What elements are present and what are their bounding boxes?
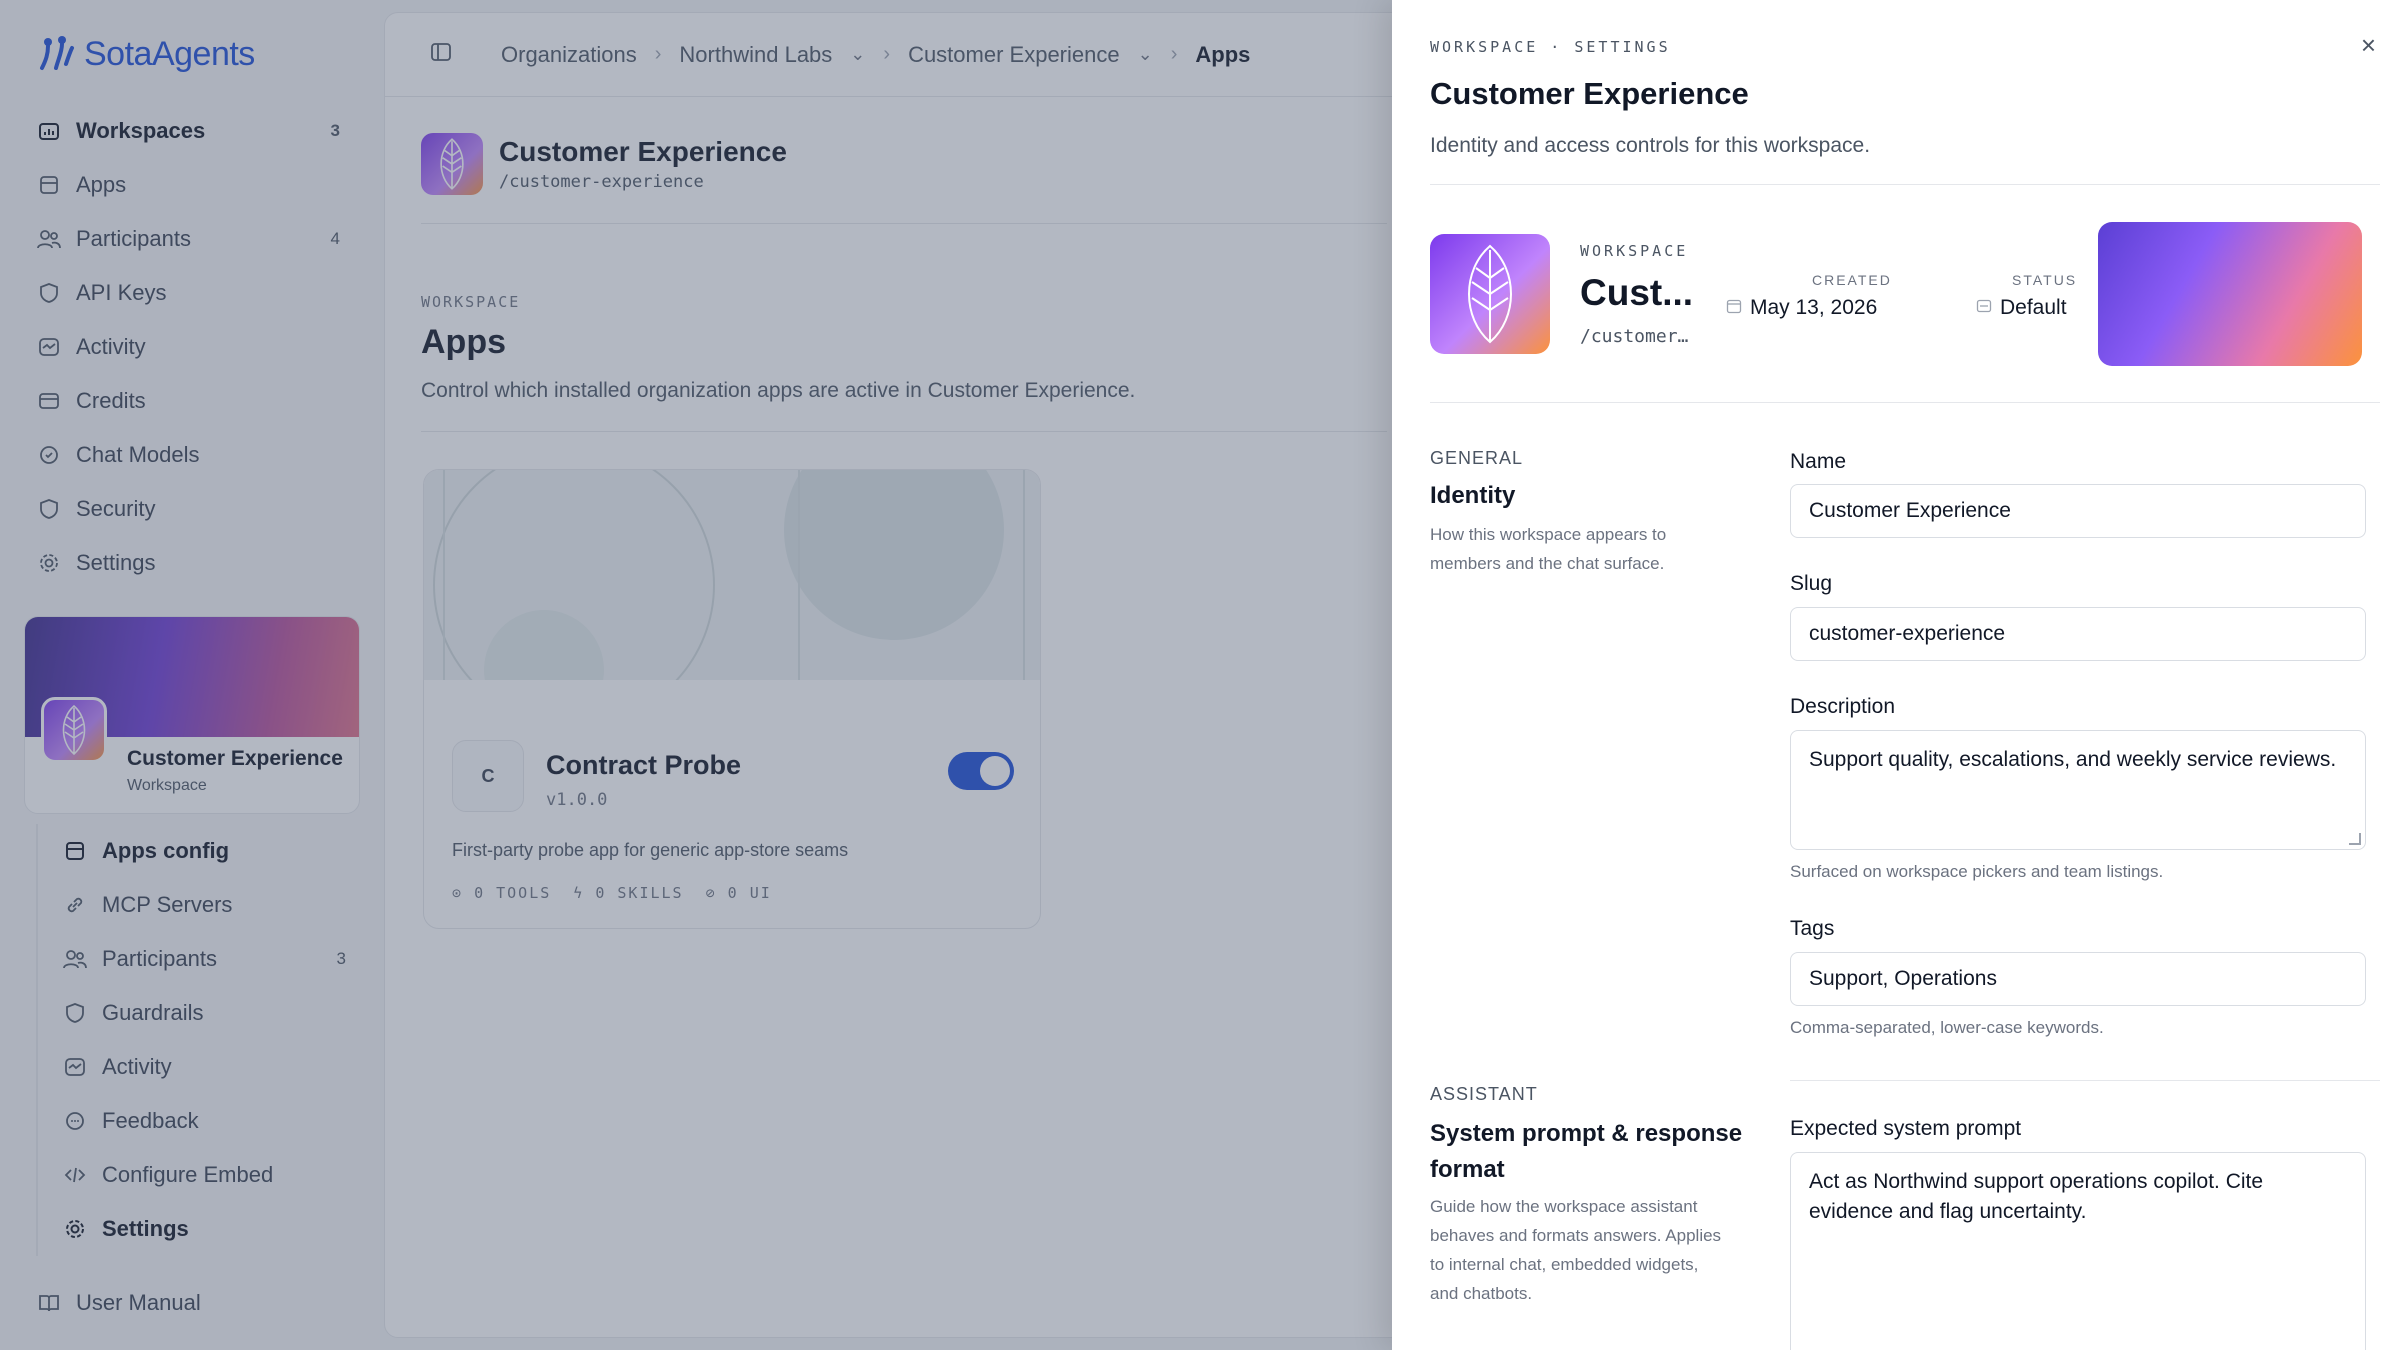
divider [1790, 1080, 2380, 1081]
description-help: Surfaced on workspace pickers and team l… [1790, 862, 2164, 881]
slug-label: Slug [1790, 572, 1833, 595]
group-kicker: GENERAL [1430, 448, 1524, 468]
system-prompt-field[interactable]: Act as Northwind support operations copi… [1790, 1152, 2366, 1350]
group-title: System prompt & response format [1430, 1120, 1743, 1183]
description-label: Description [1790, 695, 1896, 718]
group-kicker: ASSISTANT [1430, 1084, 1538, 1104]
workspace-banner-image[interactable] [2098, 222, 2362, 366]
drawer-description: Identity and access controls for this wo… [1430, 134, 1871, 157]
workspace-kicker: WORKSPACE [1580, 242, 1689, 260]
tags-field[interactable]: Support, Operations [1790, 952, 2366, 1006]
workspace-name: Cust... [1580, 272, 1694, 313]
workspace-slug: /customer... [1580, 326, 1698, 347]
tags-help: Comma-separated, lower-case keywords. [1790, 1018, 2104, 1037]
description-field[interactable]: Support quality, escalations, and weekly… [1790, 730, 2366, 850]
modal-backdrop[interactable] [0, 0, 1392, 1350]
divider [1430, 184, 2380, 185]
resize-handle-icon[interactable] [2349, 833, 2361, 845]
status-badge: Default [1976, 296, 2067, 320]
tags-label: Tags [1790, 917, 1835, 940]
close-icon[interactable]: × [2361, 30, 2376, 61]
created-value: May 13, 2026 [1726, 296, 1877, 320]
drawer-title: Customer Experience [1430, 76, 1749, 111]
group-description: How this workspace appears to members an… [1430, 525, 1667, 573]
name-field[interactable]: Customer Experience [1790, 484, 2366, 538]
created-label: CREATED [1812, 272, 1892, 288]
name-label: Name [1790, 450, 1847, 473]
system-prompt-label: Expected system prompt [1790, 1117, 2022, 1140]
divider [1430, 402, 2380, 403]
slug-field[interactable]: customer-experience [1790, 607, 2366, 661]
group-description: Guide how the workspace assistant behave… [1430, 1197, 1722, 1303]
drawer-kicker: WORKSPACE · SETTINGS [1430, 38, 1671, 56]
group-title: Identity [1430, 482, 1516, 509]
status-icon [1976, 296, 1992, 320]
calendar-icon [1726, 296, 1742, 320]
leaf-icon [1468, 244, 1512, 344]
workspace-avatar [1430, 234, 1550, 354]
status-label: STATUS [2012, 272, 2078, 288]
settings-drawer: WORKSPACE · SETTINGS × Customer Experien… [1392, 0, 2400, 1350]
